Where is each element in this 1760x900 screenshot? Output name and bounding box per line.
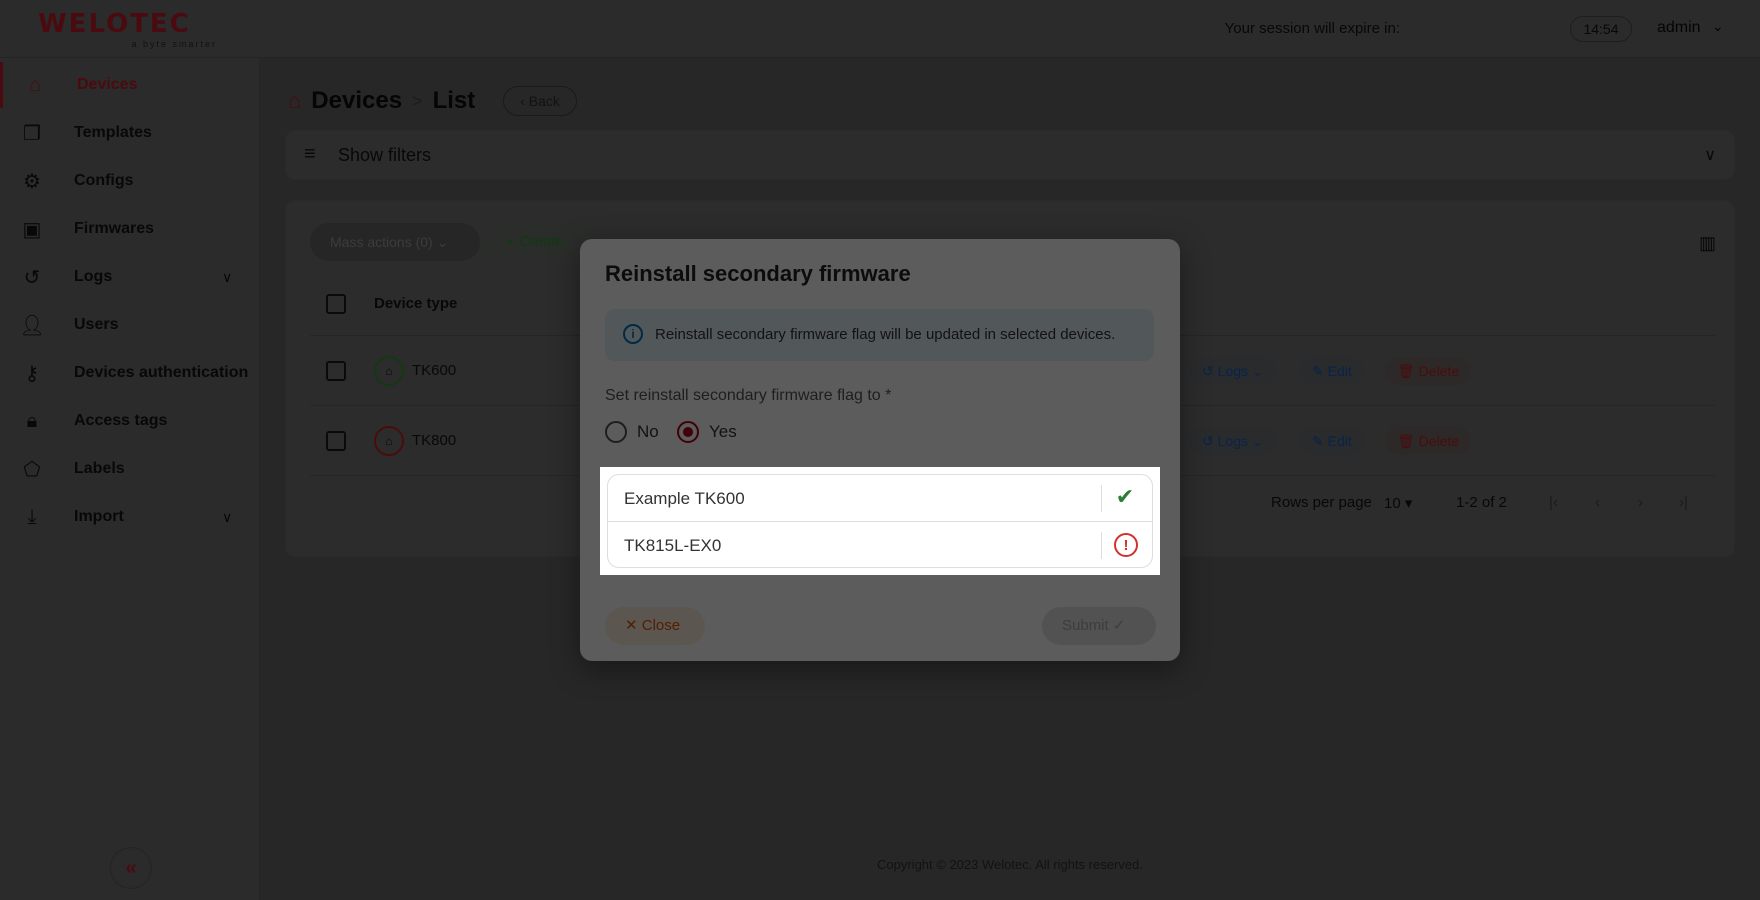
welotec-logo[interactable]: WELOTEC a byte smarter <box>38 10 223 49</box>
list-item: Example TK600 ✔ <box>608 475 1152 522</box>
user-menu[interactable]: admin <box>1657 19 1701 37</box>
info-icon: i <box>623 324 643 344</box>
back-button[interactable]: ‹ Back <box>503 86 577 116</box>
first-page-icon[interactable]: |‹ <box>1549 494 1558 511</box>
prev-page-icon[interactable]: ‹ <box>1595 494 1600 511</box>
results-list: Example TK600 ✔ TK815L-EX0 ! <box>607 474 1153 568</box>
sidebar-item-import[interactable]: ⤓ Import ∨ <box>0 494 259 540</box>
sidebar-item-firmwares[interactable]: ▣ Firmwares <box>0 206 259 252</box>
router-icon: ⌂ <box>28 73 42 96</box>
sidebar-item-devices[interactable]: ⌂ Devices <box>0 62 259 108</box>
columns-icon[interactable]: ▥ <box>1699 233 1716 254</box>
last-page-icon[interactable]: ›| <box>1679 494 1688 511</box>
download-icon: ⤓ <box>27 505 37 528</box>
radio-yes[interactable]: Yes <box>677 421 737 443</box>
info-alert: i Reinstall secondary firmware flag will… <box>605 309 1154 361</box>
sidebar-item-users[interactable]: 👤︎ Users <box>0 302 259 348</box>
edit-button[interactable]: ✎ Edit <box>1300 427 1364 455</box>
next-page-icon[interactable]: › <box>1638 494 1643 511</box>
gear-icon: ⚙ <box>23 170 41 193</box>
router-icon: ⌂ <box>374 356 404 386</box>
filter-icon: ≡ <box>304 143 316 165</box>
delete-button[interactable]: 🗑︎ Delete <box>1385 357 1472 385</box>
key-icon: ⚷ <box>24 362 40 385</box>
copy-icon: ❐ <box>23 122 41 145</box>
user-icon: 👤︎ <box>19 314 45 337</box>
sidebar-item-configs[interactable]: ⚙ Configs <box>0 158 259 204</box>
chevron-down-icon: ∨ <box>222 508 233 525</box>
chevron-down-icon: ∨ <box>1704 147 1716 164</box>
reinstall-firmware-dialog: Reinstall secondary firmware i Reinstall… <box>580 239 1180 661</box>
collapse-sidebar-button[interactable]: « <box>110 847 152 889</box>
radio-button[interactable] <box>677 421 699 443</box>
error-icon: ! <box>1114 533 1138 557</box>
select-all-checkbox[interactable] <box>326 294 346 314</box>
close-button[interactable]: ✕ Close <box>605 607 705 645</box>
session-label: Your session will expire in: <box>1224 20 1400 37</box>
radio-button[interactable] <box>605 421 627 443</box>
dialog-title: Reinstall secondary firmware <box>605 261 911 286</box>
logs-button[interactable]: ↺ Logs ⌄ <box>1190 357 1276 385</box>
session-timer: 14:54 <box>1570 16 1632 42</box>
sidebar-item-logs[interactable]: ↺ Logs ∨ <box>0 254 259 300</box>
sidebar: ⌂ Devices ❐ Templates ⚙ Configs ▣ Firmwares … <box>0 58 260 900</box>
submit-button[interactable]: Submit ✓ <box>1042 607 1156 645</box>
sidebar-item-templates[interactable]: ❐ Templates <box>0 110 259 156</box>
chevron-down-icon: ∨ <box>222 268 233 285</box>
copyright: Copyright © 2023 Welotec. All rights res… <box>877 857 1143 872</box>
delete-button[interactable]: 🗑︎ Delete <box>1385 427 1472 455</box>
lock-icon: 🔒︎ <box>26 409 38 432</box>
router-icon: ⌂ <box>374 426 404 456</box>
double-chevron-left-icon: « <box>125 857 137 879</box>
label-icon: ⬠ <box>23 458 41 481</box>
check-icon: ✔ <box>1115 484 1135 509</box>
top-header: WELOTEC a byte smarter Your session will… <box>0 0 1760 58</box>
sidebar-item-devices-authentication[interactable]: ⚷ Devices authentication <box>0 350 259 396</box>
edit-button[interactable]: ✎ Edit <box>1300 357 1364 385</box>
logs-button[interactable]: ↺ Logs ⌄ <box>1190 427 1276 455</box>
list-item: TK815L-EX0 ! <box>608 522 1152 567</box>
radio-no[interactable]: No <box>605 421 659 443</box>
chevron-down-icon[interactable]: ⌄ <box>1712 18 1724 35</box>
results-list-highlight: Example TK600 ✔ TK815L-EX0 ! <box>600 467 1160 575</box>
mass-actions-button[interactable]: Mass actions (0) ⌄ <box>310 223 480 261</box>
row-checkbox[interactable] <box>326 431 346 451</box>
sidebar-item-access-tags[interactable]: 🔒︎ Access tags <box>0 398 259 444</box>
page-title: ⌂ Devices > List ‹ Back <box>288 86 577 116</box>
rows-per-page-select[interactable]: 10 ▾ <box>1384 494 1412 512</box>
sidebar-item-labels[interactable]: ⬠ Labels <box>0 446 259 492</box>
chip-icon: ▣ <box>22 218 42 241</box>
row-checkbox[interactable] <box>326 361 346 381</box>
history-icon: ↺ <box>23 266 41 289</box>
show-filters-panel[interactable]: ≡ Show filters ∨ <box>285 130 1735 180</box>
router-icon: ⌂ <box>288 88 302 113</box>
